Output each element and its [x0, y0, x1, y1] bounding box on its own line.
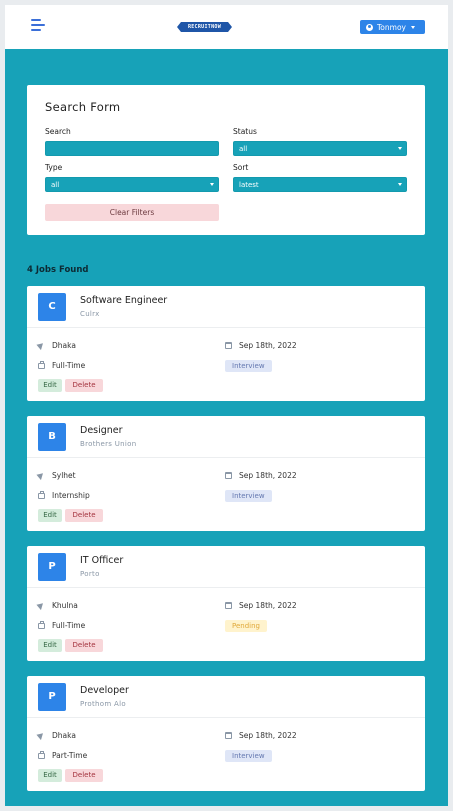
briefcase-icon	[38, 621, 45, 629]
search-input[interactable]	[45, 141, 219, 156]
location-arrow-icon	[38, 472, 45, 479]
user-name: Tonmoy	[377, 22, 406, 32]
job-location: Sylhet	[38, 471, 76, 480]
job-title: IT Officer	[80, 555, 124, 566]
job-location: Dhaka	[38, 341, 76, 350]
sort-select[interactable]: latest	[233, 177, 407, 192]
hamburger-menu-icon	[31, 19, 41, 21]
job-type: Internship	[38, 491, 90, 500]
job-header: C Software Engineer Culrx	[27, 286, 425, 328]
status-badge: Interview	[225, 360, 272, 372]
edit-button[interactable]: Edit	[38, 769, 62, 782]
job-card: P Developer Prothom Alo Dhaka Sep 18th, …	[27, 676, 425, 791]
job-header: P IT Officer Porto	[27, 546, 425, 588]
job-location-text: Dhaka	[52, 731, 76, 740]
job-type-text: Full-Time	[52, 621, 86, 630]
user-menu-button[interactable]: Tonmoy	[360, 20, 425, 34]
menu-toggle-button[interactable]	[31, 19, 45, 32]
job-type: Full-Time	[38, 361, 85, 370]
edit-button[interactable]: Edit	[38, 639, 62, 652]
calendar-icon	[225, 342, 232, 349]
jobs-found-count: 4 Jobs Found	[27, 265, 89, 275]
status-badge: Interview	[225, 750, 272, 762]
status-badge: Pending	[225, 620, 267, 632]
job-card: P IT Officer Porto Khulna Sep 18th, 2022…	[27, 546, 425, 661]
status-select-value: all	[239, 145, 248, 153]
briefcase-icon	[38, 491, 45, 499]
company-avatar: C	[38, 293, 66, 321]
calendar-icon	[225, 602, 232, 609]
calendar-icon	[225, 472, 232, 479]
job-date: Sep 18th, 2022	[225, 601, 297, 610]
delete-button[interactable]: Delete	[65, 639, 103, 652]
job-title: Developer	[80, 685, 129, 696]
status-select[interactable]: all	[233, 141, 407, 156]
status-label: Status	[233, 127, 257, 136]
edit-button[interactable]: Edit	[38, 379, 62, 392]
briefcase-icon	[38, 361, 45, 369]
location-arrow-icon	[38, 732, 45, 739]
sort-select-value: latest	[239, 181, 259, 189]
job-location-text: Khulna	[52, 601, 78, 610]
app-frame: RECRUITNOW Tonmoy Search Form Search Sta…	[5, 5, 448, 806]
job-location: Khulna	[38, 601, 78, 610]
job-date: Sep 18th, 2022	[225, 341, 297, 350]
job-type-text: Full-Time	[52, 361, 86, 370]
clear-filters-button[interactable]: Clear Filters	[45, 204, 219, 221]
type-select-value: all	[51, 181, 60, 189]
job-location-text: Dhaka	[52, 341, 76, 350]
search-form-card: Search Form Search Status all Type all S…	[27, 85, 425, 235]
search-label: Search	[45, 127, 71, 136]
job-date-text: Sep 18th, 2022	[239, 731, 297, 740]
job-header: B Designer Brothers Union	[27, 416, 425, 458]
edit-button[interactable]: Edit	[38, 509, 62, 522]
top-navbar: RECRUITNOW Tonmoy	[5, 5, 448, 49]
company-avatar: P	[38, 683, 66, 711]
type-label: Type	[45, 163, 63, 172]
job-company: Prothom Alo	[80, 700, 126, 708]
company-avatar: P	[38, 553, 66, 581]
job-card: B Designer Brothers Union Sylhet Sep 18t…	[27, 416, 425, 531]
job-company: Culrx	[80, 310, 100, 318]
job-header: P Developer Prothom Alo	[27, 676, 425, 718]
job-card: C Software Engineer Culrx Dhaka Sep 18th…	[27, 286, 425, 401]
delete-button[interactable]: Delete	[65, 769, 103, 782]
job-title: Designer	[80, 425, 123, 436]
location-arrow-icon	[38, 342, 45, 349]
delete-button[interactable]: Delete	[65, 509, 103, 522]
user-circle-icon	[366, 23, 373, 31]
location-arrow-icon	[38, 602, 45, 609]
briefcase-icon	[38, 751, 45, 759]
job-type-text: Part-Time	[52, 751, 88, 760]
calendar-icon	[225, 732, 232, 739]
job-location: Dhaka	[38, 731, 76, 740]
job-company: Porto	[80, 570, 100, 578]
job-type: Full-Time	[38, 621, 85, 630]
sort-label: Sort	[233, 163, 249, 172]
job-title: Software Engineer	[80, 295, 168, 306]
app-logo: RECRUITNOW	[177, 22, 232, 32]
job-date-text: Sep 18th, 2022	[239, 601, 297, 610]
company-avatar: B	[38, 423, 66, 451]
search-form-title: Search Form	[45, 100, 121, 114]
status-badge: Interview	[225, 490, 272, 502]
job-date-text: Sep 18th, 2022	[239, 471, 297, 480]
job-company: Brothers Union	[80, 440, 137, 448]
type-select[interactable]: all	[45, 177, 219, 192]
chevron-down-icon	[410, 25, 415, 29]
job-date: Sep 18th, 2022	[225, 731, 297, 740]
job-date-text: Sep 18th, 2022	[239, 341, 297, 350]
job-date: Sep 18th, 2022	[225, 471, 297, 480]
job-location-text: Sylhet	[52, 471, 76, 480]
job-type: Part-Time	[38, 751, 87, 760]
delete-button[interactable]: Delete	[65, 379, 103, 392]
job-type-text: Internship	[52, 491, 90, 500]
